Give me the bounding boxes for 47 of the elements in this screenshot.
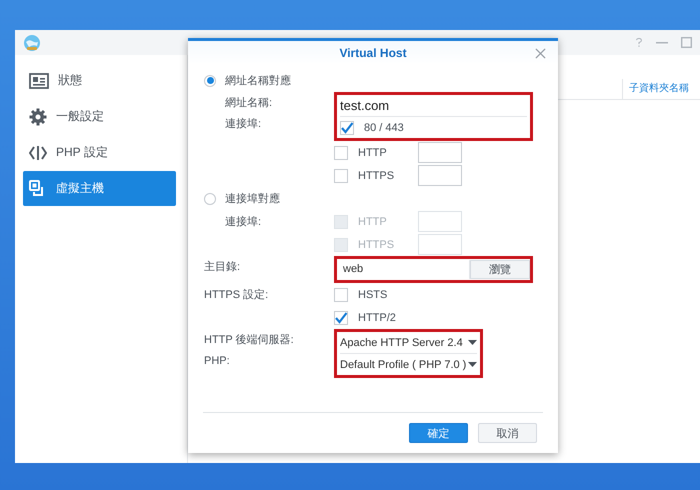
text-field[interactable]: test.com [340,98,525,113]
dialog-title: Virtual Host [339,46,407,60]
field-label: HTTPS 設定: [204,289,268,301]
close-icon[interactable] [535,48,546,59]
cancel-button[interactable]: 取消 [478,423,537,443]
option-label: HTTP/2 [358,312,397,324]
gear-icon [29,108,47,126]
code-icon [29,144,47,162]
radio-button[interactable] [204,74,216,86]
field-label: 連接埠: [225,216,262,228]
id-card-icon [29,72,49,90]
browse-button[interactable]: 瀏覽 [470,260,530,279]
globe-icon [23,34,41,52]
option-label: HSTS [358,288,388,300]
dropdown[interactable]: Default Profile ( PHP 7.0 ) [340,358,477,370]
option-label: 80 / 443 [364,122,405,134]
help-icon[interactable] [635,37,643,48]
checkbox[interactable] [334,168,348,182]
checkbox[interactable] [334,310,348,324]
sidebar-item[interactable]: 一般設定 [23,99,176,134]
caret-icon[interactable] [468,362,477,367]
radio-label: 網址名稱對應 [225,74,291,88]
dropdown[interactable]: Apache HTTP Server 2.4 [340,336,477,348]
option-label: HTTPS [358,170,396,182]
maximize-icon[interactable] [681,37,692,48]
minimize-icon[interactable] [656,42,668,44]
field-label: PHP: [204,354,230,366]
port-field[interactable] [418,165,462,186]
checkbox[interactable] [340,120,354,134]
column-header[interactable]: 子資料夾名稱 [622,79,700,99]
radio-label: 連接埠對應 [225,192,280,206]
sidebar-item[interactable]: 狀態 [23,63,176,98]
checkbox[interactable] [334,146,348,160]
radio-button[interactable] [204,192,216,204]
ok-button[interactable]: 確定 [409,423,468,443]
field-label: 主目錄: [204,261,240,273]
field-label: HTTP 後端伺服器: [204,334,294,346]
field-label: 連接埠: [225,118,262,130]
caret-icon[interactable] [468,340,477,345]
option-label: HTTP [358,216,388,228]
sidebar-item[interactable]: 虛擬主機 [23,171,176,206]
port-field[interactable] [418,142,462,163]
checkbox[interactable] [334,288,348,302]
field-label: 網址名稱: [225,97,272,109]
sidebar-item[interactable]: PHP 設定 [23,135,176,170]
option-label: HTTPS [358,238,396,250]
option-label: HTTP [358,146,388,158]
